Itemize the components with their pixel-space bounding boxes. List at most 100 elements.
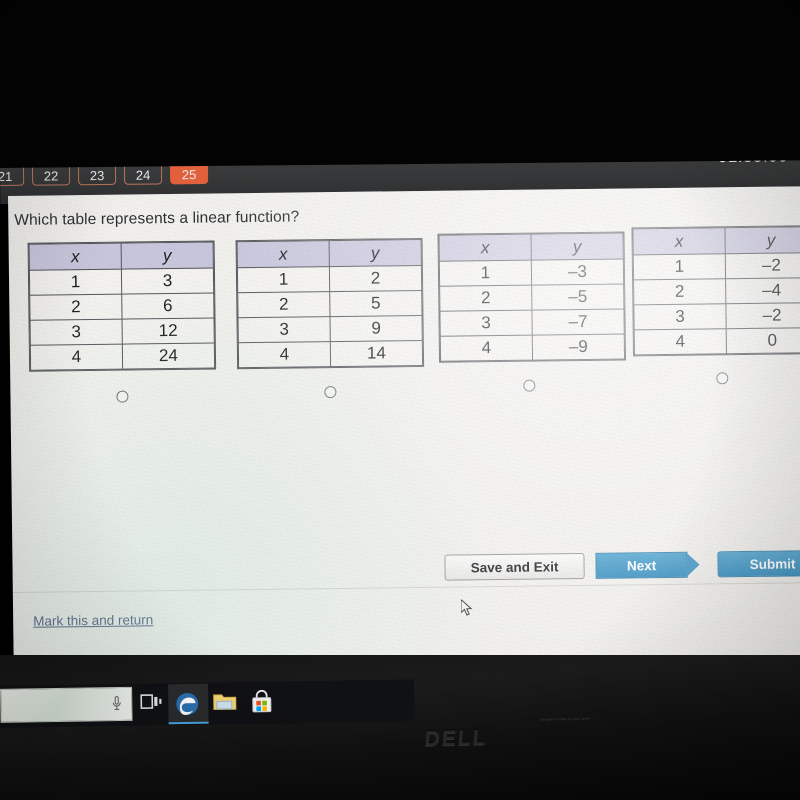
- header-y: y: [121, 241, 214, 270]
- cell-x: 1: [237, 266, 330, 293]
- table-row: 1 –3: [439, 258, 624, 287]
- save-and-exit-button[interactable]: Save and Exit: [444, 552, 585, 581]
- file-explorer-icon[interactable]: [212, 690, 238, 716]
- table-row: 2 –5: [439, 283, 624, 312]
- table-row: 3 –7: [439, 308, 625, 337]
- cell-x: 2: [439, 285, 532, 312]
- cell-x: 2: [633, 278, 726, 305]
- microphone-icon[interactable]: [112, 696, 121, 714]
- table-row: 4 0: [634, 327, 800, 355]
- cell-y: 24: [122, 342, 215, 370]
- question-tab-25-label: 25: [181, 167, 197, 183]
- footer-divider: [12, 582, 800, 593]
- laptop-base: DELL Designed to take on your world: [0, 655, 800, 800]
- table-header-row: x y: [632, 226, 800, 255]
- radio-option-d[interactable]: [716, 372, 729, 385]
- option-c-table[interactable]: x y 1 –3 2 –5 3 –7 4 –9: [438, 232, 626, 362]
- mouse-cursor: [460, 599, 473, 616]
- table-row: 2 6: [29, 292, 215, 321]
- mark-this-and-return-link[interactable]: Mark this and return: [33, 612, 153, 628]
- submit-button[interactable]: Submit: [717, 550, 800, 578]
- cell-y: –4: [725, 277, 800, 304]
- table-row: 4 24: [30, 342, 215, 371]
- header-x: x: [237, 240, 330, 268]
- cell-x: 3: [238, 316, 331, 343]
- cell-x: 3: [633, 303, 727, 330]
- cell-x: 2: [29, 294, 123, 321]
- cell-y: 3: [121, 267, 214, 295]
- table-row: 4 –9: [440, 333, 625, 362]
- header-x: x: [632, 227, 726, 255]
- next-button-label: Next: [626, 558, 657, 574]
- cell-x: 1: [439, 260, 532, 287]
- table-row: 3 –2: [633, 302, 800, 330]
- table-header-row: x y: [237, 239, 422, 268]
- cell-y: 9: [329, 315, 423, 342]
- task-view-icon[interactable]: [140, 691, 166, 717]
- radio-option-c[interactable]: [523, 379, 536, 392]
- question-tab-21-label: 21: [0, 168, 13, 185]
- bezel-fine-print: Designed to take on your world: [539, 716, 591, 722]
- cell-y: 14: [330, 340, 423, 367]
- taskbar-search-input[interactable]: [0, 686, 133, 723]
- header-y: y: [724, 226, 800, 254]
- cell-y: –2: [725, 252, 800, 279]
- dell-logo: DELL: [423, 726, 489, 751]
- cell-x: 2: [237, 291, 330, 318]
- table-row: 1 3: [29, 267, 214, 296]
- table-row: 1 2: [237, 265, 422, 293]
- next-button[interactable]: Next: [595, 551, 700, 579]
- cell-x: 4: [30, 344, 123, 371]
- cell-y: 0: [726, 327, 800, 354]
- radio-option-b[interactable]: [324, 386, 337, 399]
- cell-y: –5: [531, 283, 624, 311]
- table-row: 2 –4: [633, 277, 800, 305]
- table-header-row: x y: [29, 241, 214, 271]
- cell-x: 3: [439, 310, 533, 337]
- cell-y: 5: [329, 290, 422, 317]
- cell-y: –7: [531, 308, 625, 336]
- radio-option-a[interactable]: [116, 390, 129, 403]
- cell-x: 4: [440, 335, 533, 362]
- header-x: x: [439, 234, 532, 262]
- exam-page: Which table represents a linear function…: [8, 186, 800, 666]
- question-tab-23-label: 23: [89, 167, 105, 184]
- countdown-timer: 01:55:00: [718, 160, 788, 167]
- table-row: 2 5: [237, 290, 422, 318]
- question-tab-24-label: 24: [135, 167, 151, 183]
- cell-x: 1: [29, 269, 122, 296]
- table-option-c: x y 1 –3 2 –5 3 –7 4 –9: [438, 232, 626, 362]
- chevron-right-icon: [685, 551, 700, 578]
- cell-y: 2: [329, 265, 422, 292]
- option-d-table[interactable]: x y 1 –2 2 –4 3 –2 4 0: [632, 226, 800, 356]
- option-b-table[interactable]: x y 1 2 2 5 3 9 4 14: [236, 238, 424, 369]
- table-option-d: x y 1 –2 2 –4 3 –2 4 0: [632, 226, 800, 356]
- table-row: 4 14: [238, 340, 423, 368]
- microsoft-store-icon[interactable]: [250, 689, 276, 716]
- edge-icon[interactable]: [174, 691, 200, 717]
- cell-y: –3: [531, 258, 624, 286]
- cell-x: 4: [634, 328, 727, 355]
- windows-taskbar: [0, 679, 415, 728]
- cell-y: 12: [122, 317, 215, 345]
- table-row: 1 –2: [633, 252, 800, 280]
- table-option-b: x y 1 2 2 5 3 9 4 14: [236, 238, 424, 369]
- cell-x: 1: [633, 253, 726, 280]
- table-header-row: x y: [439, 232, 624, 262]
- header-x: x: [29, 243, 122, 271]
- header-y: y: [531, 232, 624, 261]
- cell-y: –2: [725, 302, 800, 329]
- option-a-table[interactable]: x y 1 3 2 6 3 12 4 24: [28, 241, 216, 371]
- cell-y: –9: [532, 333, 625, 361]
- table-row: 3 9: [238, 315, 423, 343]
- question-prompt: Which table represents a linear function…: [14, 208, 300, 229]
- cell-x: 3: [30, 319, 123, 346]
- question-tab-22-label: 22: [43, 168, 59, 184]
- table-row: 3 12: [30, 317, 215, 346]
- header-y: y: [329, 239, 422, 267]
- screen-top-black-band: [0, 0, 800, 172]
- table-option-a: x y 1 3 2 6 3 12 4 24: [28, 241, 216, 371]
- cell-y: 6: [121, 292, 215, 320]
- cell-x: 4: [238, 341, 331, 368]
- photograph-of-laptop-screen: 21 22 23 24 25 01:55:00 Which table repr…: [0, 0, 800, 800]
